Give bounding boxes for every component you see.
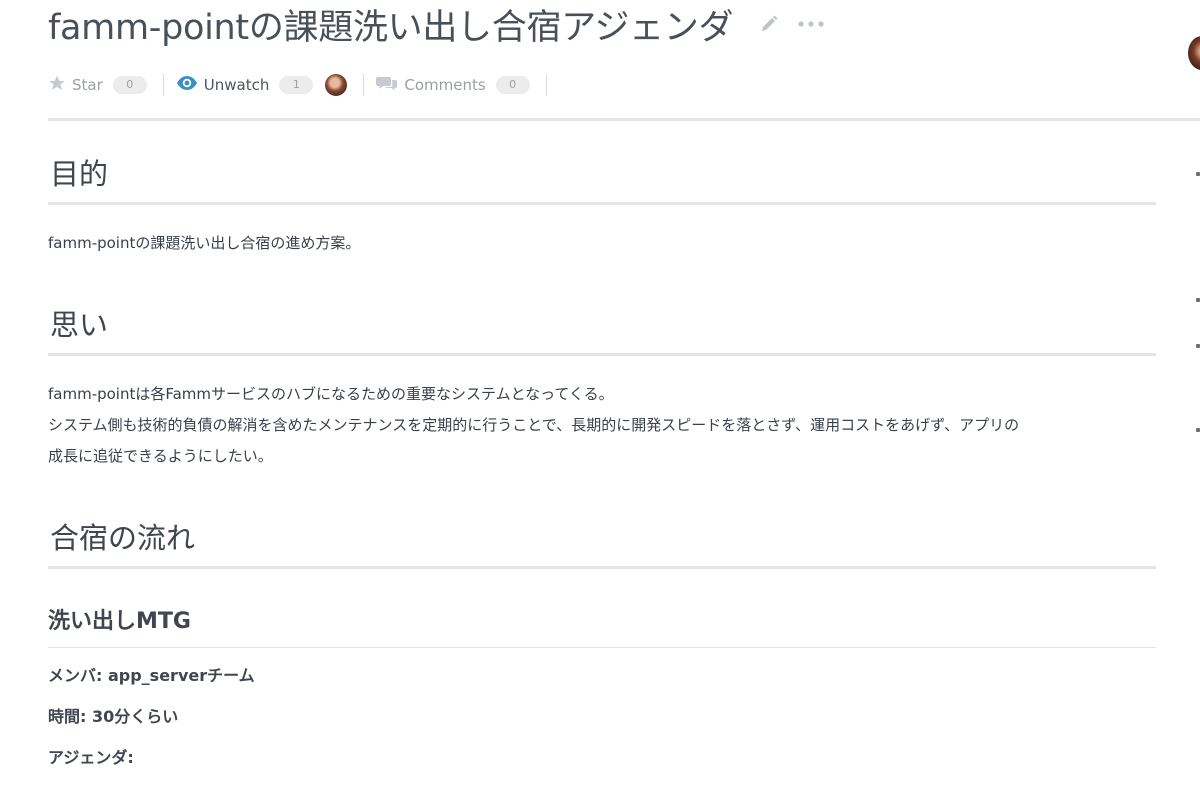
comments-count: 0 — [495, 76, 530, 94]
section-heading-purpose: 目的 — [48, 150, 1156, 205]
unwatch-button[interactable]: Unwatch 1 — [176, 74, 348, 96]
watch-count: 1 — [279, 76, 314, 94]
star-count: 0 — [112, 76, 147, 94]
subheading-mtg: 洗い出しMTG — [48, 595, 1156, 648]
document-body: 目的 famm-pointの課題洗い出し合宿の進め方案。 思い famm-poi… — [48, 150, 1156, 769]
watcher-avatar[interactable] — [325, 74, 348, 96]
side-marker — [1196, 172, 1200, 176]
section-heading-flow: 合宿の流れ — [48, 514, 1156, 569]
member-line: メンバ: app_serverチーム — [48, 666, 255, 685]
eye-icon — [176, 75, 198, 95]
side-marker — [1196, 298, 1200, 302]
thoughts-line-1: famm-pointは各Fammサービスのハブになるための重要なシステムとなって… — [48, 385, 614, 403]
side-marker — [1196, 344, 1200, 348]
pencil-icon[interactable] — [759, 14, 779, 34]
side-marker — [1196, 428, 1200, 432]
meta-divider — [363, 74, 365, 96]
title-actions — [759, 14, 825, 34]
meta-divider — [545, 74, 547, 96]
meta-row: Star 0 Unwatch 1 Comments 0 — [48, 72, 559, 98]
thoughts-line-3: 成長に追従できるようにしたい。 — [48, 447, 273, 465]
thoughts-line-2: システム側も技術的負債の解消を含めたメンテナンスを定期的に行うことで、長期的に開… — [48, 416, 1020, 434]
page-title: famm-pointの課題洗い出し合宿アジェンダ — [48, 7, 734, 48]
star-icon — [48, 74, 66, 96]
header-divider — [48, 118, 1200, 121]
comments-button[interactable]: Comments 0 — [376, 75, 530, 95]
star-button[interactable]: Star 0 — [48, 74, 147, 96]
purpose-paragraph: famm-pointの課題洗い出し合宿の進め方案。 — [48, 234, 361, 252]
meta-divider — [162, 74, 164, 96]
unwatch-label: Unwatch — [203, 76, 270, 94]
comments-icon — [376, 75, 398, 95]
agenda-line: アジェンダ: — [48, 748, 134, 767]
section-heading-thoughts: 思い — [48, 301, 1156, 356]
title-row: famm-pointの課題洗い出し合宿アジェンダ — [48, 0, 825, 48]
comments-label: Comments — [404, 76, 486, 94]
user-avatar[interactable] — [1188, 36, 1200, 70]
ellipsis-icon[interactable] — [797, 20, 825, 28]
time-line: 時間: 30分くらい — [48, 707, 179, 726]
star-label: Star — [72, 76, 103, 94]
